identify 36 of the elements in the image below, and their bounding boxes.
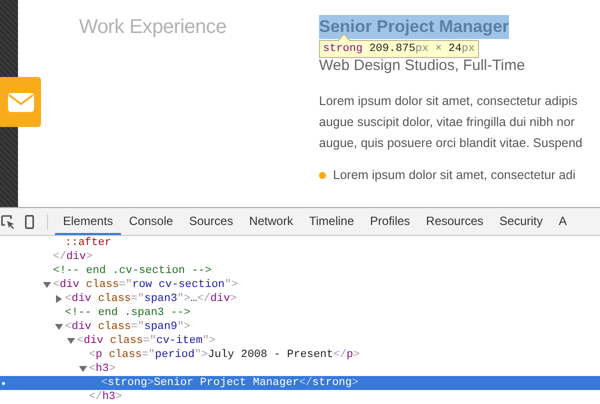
envelope-icon [8, 92, 34, 112]
job-title: Senior Project Manager [319, 15, 509, 39]
devtools-tab[interactable]: Sources [181, 208, 242, 235]
code-line[interactable]: <!-- end .cv-section --> [53, 265, 212, 277]
devtools-tab[interactable]: Timeline [301, 208, 362, 235]
code-line[interactable]: <div class="row cv-section"> [53, 279, 238, 291]
company-text: Web Design Studios, Full-Time [319, 57, 526, 75]
tooltip-pointer [338, 34, 350, 41]
devtools-tab[interactable]: Resources [418, 208, 492, 235]
devtools-tab[interactable]: Console [121, 208, 182, 235]
code-line: </div> [53, 251, 93, 263]
code-line[interactable]: <h3> [89, 363, 116, 375]
expanded-triangle-icon[interactable] [79, 365, 87, 373]
code-line: </h3> [89, 391, 122, 403]
section-title: Work Experience [79, 16, 226, 38]
devtools-tab[interactable]: Elements [55, 208, 122, 235]
code-line[interactable]: <div class="span9"> [65, 321, 190, 333]
devtools-tab[interactable]: A [550, 208, 575, 235]
inspect-icon[interactable] [1, 214, 15, 228]
code-line[interactable]: <div class="cv-item"> [77, 335, 216, 347]
expanded-triangle-icon[interactable] [55, 323, 63, 331]
row-marker-icon [2, 382, 5, 385]
code-line[interactable]: <p class="period">July 2008 - Present</p> [89, 349, 360, 361]
code-line[interactable]: <!-- end .span3 --> [65, 307, 190, 319]
collapsed-triangle-icon[interactable] [55, 295, 63, 303]
bullet-text: Lorem ipsum dolor sit amet, consectetur adi [333, 168, 576, 182]
devtools-tab[interactable]: Profiles [362, 208, 418, 235]
devtools-tab[interactable]: Security [491, 208, 551, 235]
expanded-triangle-icon[interactable] [43, 281, 51, 289]
expanded-triangle-icon[interactable] [67, 337, 75, 345]
code-line[interactable]: <div class="span3">…</div> [65, 293, 237, 305]
code-line[interactable]: ::after [65, 237, 112, 249]
paragraph: Lorem ipsum dolor sit amet, consectetur adipis augue suscipit dolor, vitae fringilla dui nibh nor augue, quis posuere orci blandit vitae. Suspend [319, 93, 584, 152]
mobile-device-icon[interactable] [25, 214, 34, 228]
devtools-tab[interactable]: Network [241, 208, 302, 235]
bullet-icon [319, 172, 326, 178]
